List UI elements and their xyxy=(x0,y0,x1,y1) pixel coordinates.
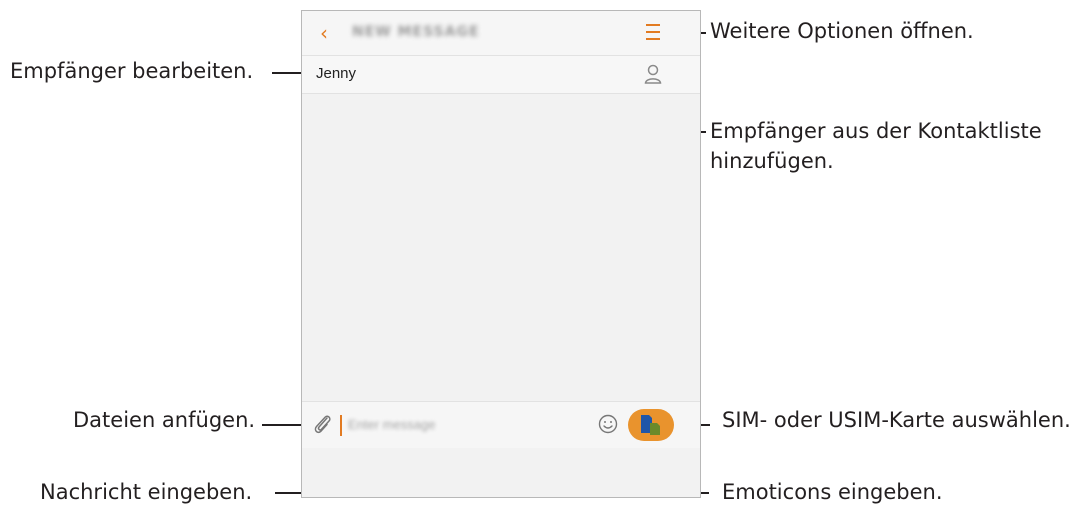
annotation-select-sim: SIM- oder USIM-Karte auswählen. xyxy=(722,408,1071,432)
message-input[interactable]: Enter message xyxy=(348,417,435,432)
emoji-icon xyxy=(598,414,618,434)
annotation-more-options: Weitere Optionen öffnen. xyxy=(710,19,974,43)
annotation-attach-files: Dateien anfügen. xyxy=(73,408,256,432)
annotation-enter-emoticons: Emoticons eingeben. xyxy=(722,480,943,504)
annotation-add-from-contacts-line1: Empfänger aus der Kontaktliste xyxy=(710,119,1042,143)
sim-select-button[interactable] xyxy=(628,409,674,441)
menu-icon-bar xyxy=(646,38,660,40)
leader-line-attach xyxy=(262,424,304,426)
attach-button[interactable] xyxy=(312,413,332,439)
back-button[interactable]: ‹ xyxy=(320,21,328,45)
emoji-button[interactable] xyxy=(598,414,618,438)
annotation-enter-message: Nachricht eingeben. xyxy=(40,480,253,504)
recipient-bar[interactable]: Jenny xyxy=(302,56,700,94)
annotation-add-from-contacts-line2: hinzufügen. xyxy=(710,149,834,173)
compose-bar: Enter message xyxy=(302,401,700,448)
contact-button[interactable] xyxy=(644,64,662,88)
annotation-edit-recipient: Empfänger bearbeiten. xyxy=(10,59,254,83)
more-options-button[interactable] xyxy=(646,24,660,40)
phone-screen: ‹ NEW MESSAGE Jenny Enter message xyxy=(301,10,701,498)
recipient-field[interactable]: Jenny xyxy=(316,65,356,82)
contact-icon xyxy=(644,64,662,84)
sim-card-icon xyxy=(641,415,660,435)
menu-icon-bar xyxy=(646,31,660,33)
app-bar: ‹ NEW MESSAGE xyxy=(302,11,700,56)
menu-icon xyxy=(646,24,660,26)
screen-title: NEW MESSAGE xyxy=(352,24,480,40)
text-cursor xyxy=(340,415,342,436)
paperclip-icon xyxy=(314,415,331,434)
chevron-left-icon: ‹ xyxy=(320,21,328,45)
